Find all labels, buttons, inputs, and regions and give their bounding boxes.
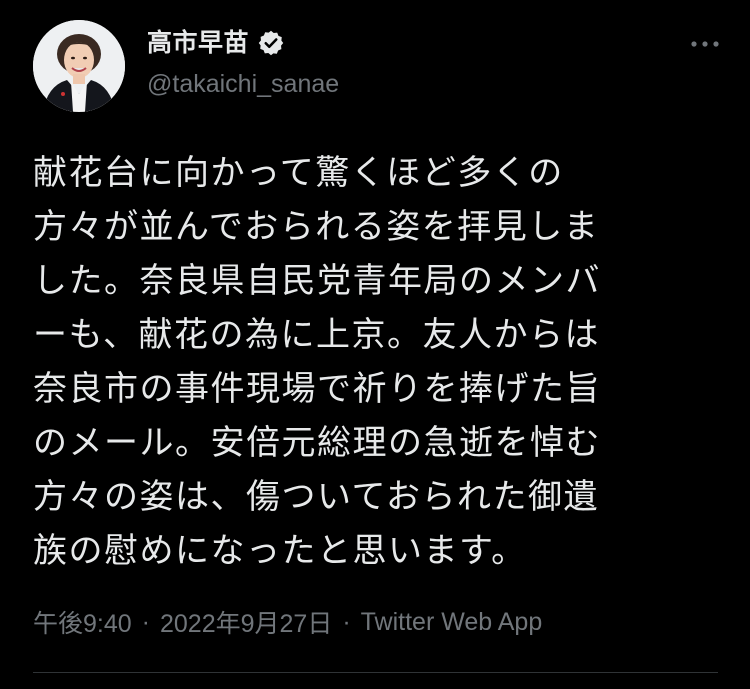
more-options-button[interactable] — [687, 26, 723, 62]
meta-separator: · — [342, 607, 351, 636]
display-name[interactable]: 高市早苗 — [147, 26, 249, 60]
tweet-text-line: した。奈良県自民党青年局のメンバ — [33, 261, 601, 301]
verified-badge-icon — [258, 30, 284, 56]
tweet-time[interactable]: 午後9:40 — [33, 604, 132, 640]
tweet-text-line: 方々が並んでおられる姿を拝見しま — [33, 207, 600, 247]
profile-photo — [33, 20, 125, 112]
tweet-meta: 午後9:40 · 2022年9月27日 · Twitter Web App — [33, 604, 542, 640]
tweet-text-line: 族の慰めになったと思います。 — [33, 531, 527, 571]
divider — [33, 672, 718, 673]
tweet-source[interactable]: Twitter Web App — [361, 608, 543, 637]
name-row: 高市早苗 — [147, 26, 285, 60]
avatar[interactable] — [33, 20, 125, 112]
user-handle[interactable]: @takaichi_sanae — [147, 68, 339, 100]
tweet-text-line: 奈良市の事件現場で祈りを捧げた旨 — [33, 369, 601, 409]
tweet-detail: 高市早苗 @takaichi_sanae 献花台に向かって驚くほど多くの 方々が… — [0, 0, 750, 689]
tweet-text-line: のメール。安倍元総理の急逝を悼む — [33, 423, 601, 463]
author-block: 高市早苗 @takaichi_sanae — [147, 26, 647, 106]
tweet-date[interactable]: 2022年9月27日 — [160, 604, 332, 640]
tweet-text-line: 献花台に向かって驚くほど多くの — [33, 153, 564, 193]
meta-separator: · — [141, 607, 150, 636]
tweet-body: 献花台に向かって驚くほど多くの 方々が並んでおられる姿を拝見しま した。奈良県自… — [33, 146, 713, 578]
tweet-text-line: ーも、献花の為に上京。友人からは — [33, 315, 600, 355]
tweet-text-line: 方々の姿は、傷ついておられた御遺 — [33, 477, 599, 517]
tweet-header: 高市早苗 @takaichi_sanae — [33, 20, 723, 116]
more-horizontal-icon — [691, 41, 719, 47]
